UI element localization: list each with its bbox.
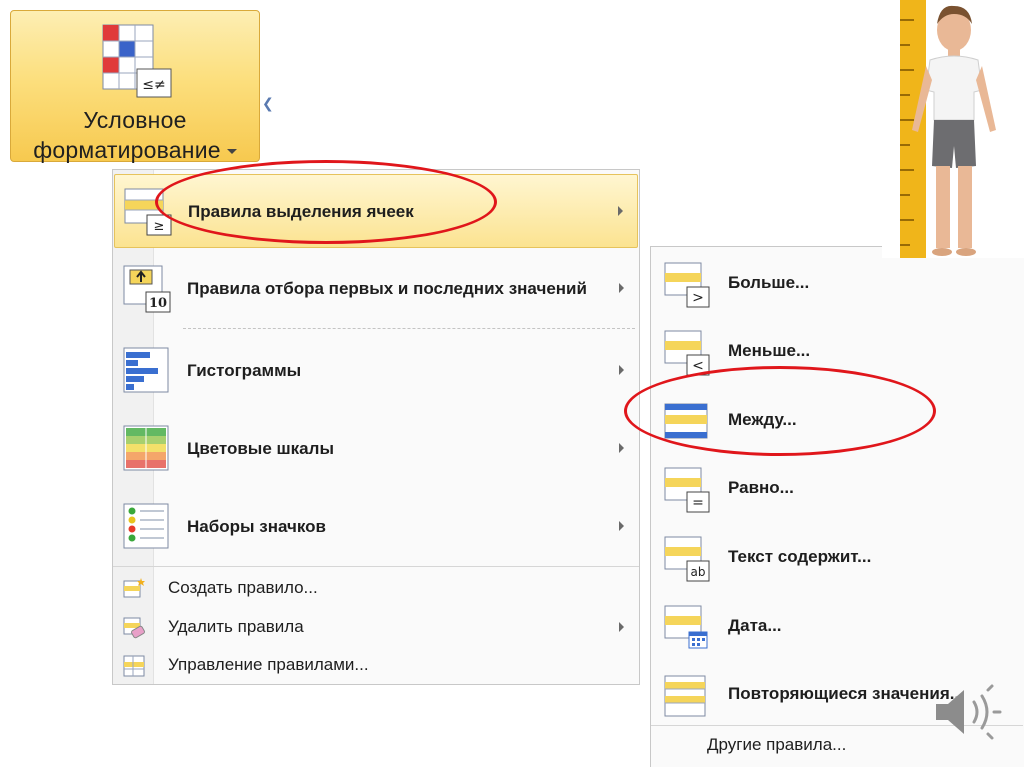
svg-text:≥: ≥ <box>154 219 165 234</box>
menu-item-label: Создать правило... <box>168 578 318 597</box>
menu-item-label: Гистограммы <box>187 361 302 380</box>
conditional-formatting-menu: ≥ Правила выделения ячеек 10 Правила отб… <box>112 169 640 685</box>
text-contains-icon: ab <box>664 536 710 582</box>
submenu-item-label: Между... <box>728 410 797 429</box>
greater-than-icon: > <box>664 262 710 308</box>
submenu-item-date[interactable]: Дата... <box>651 592 1023 660</box>
data-bars-icon <box>123 347 169 393</box>
menu-item-icon-sets[interactable]: Наборы значков <box>114 490 638 564</box>
dropdown-arrow-icon <box>226 149 237 155</box>
submenu-item-between[interactable]: Между... <box>651 386 1023 454</box>
submenu-item-equal-to[interactable]: = Равно... <box>651 454 1023 522</box>
ribbon-button-label-line2: форматирование <box>11 137 259 164</box>
conditional-formatting-icon: ≤≠ <box>102 24 172 98</box>
svg-text:<: < <box>692 358 704 374</box>
menu-item-label: Правила отбора первых и последних значен… <box>187 279 587 298</box>
duplicate-values-icon <box>664 675 706 717</box>
menu-item-clear-rules[interactable]: Удалить правила <box>114 608 638 646</box>
ribbon-button-label-line1: Условное <box>83 107 187 133</box>
submenu-item-label: Повторяющиеся значения... <box>728 684 964 703</box>
svg-text:10: 10 <box>149 296 167 311</box>
color-scales-icon <box>123 425 169 471</box>
svg-text:=: = <box>692 495 704 511</box>
date-occurring-icon <box>664 605 708 649</box>
svg-text:>: > <box>692 290 704 306</box>
menu-item-data-bars[interactable]: Гистограммы <box>114 334 638 408</box>
menu-item-label: Удалить правила <box>168 617 304 636</box>
menu-item-manage-rules[interactable]: Управление правилами... <box>114 646 638 684</box>
submenu-item-label: Меньше... <box>728 341 811 360</box>
equal-to-icon: = <box>664 467 710 513</box>
menu-item-label: Управление правилами... <box>168 655 369 674</box>
menu-item-label: Цветовые шкалы <box>187 439 334 458</box>
highlight-rules-icon: ≥ <box>124 188 172 236</box>
menu-item-top-bottom-rules[interactable]: 10 Правила отбора первых и последних зна… <box>114 252 638 326</box>
menu-item-label: Наборы значков <box>187 517 326 536</box>
submenu-arrow-icon <box>619 622 624 632</box>
menu-item-color-scales[interactable]: Цветовые шкалы <box>114 412 638 486</box>
submenu-item-label: Дата... <box>728 616 782 635</box>
submenu-arrow-icon <box>619 521 624 531</box>
menu-item-new-rule[interactable]: Создать правило... <box>114 569 638 607</box>
less-than-icon: < <box>664 330 710 376</box>
submenu-arrow-icon <box>619 443 624 453</box>
menu-separator <box>183 328 635 329</box>
submenu-item-label: Равно... <box>728 478 794 497</box>
between-icon <box>664 403 708 439</box>
submenu-item-more-rules[interactable]: Другие правила... <box>707 735 846 755</box>
menu-separator <box>113 566 639 567</box>
svg-text:≤≠: ≤≠ <box>142 77 165 93</box>
speaker-icon[interactable] <box>930 682 1002 742</box>
manage-rules-icon <box>123 655 145 677</box>
submenu-item-label: Больше... <box>728 273 810 292</box>
ribbon-group-separator: ❮ <box>262 95 274 111</box>
submenu-item-text-contains[interactable]: ab Текст содержит... <box>651 523 1023 591</box>
clear-rules-icon <box>123 617 145 639</box>
svg-text:ab: ab <box>691 565 706 579</box>
submenu-item-greater-than[interactable]: > Больше... <box>651 249 1023 317</box>
submenu-item-less-than[interactable]: < Меньше... <box>651 317 1023 385</box>
child-with-ruler-illustration <box>882 0 1024 258</box>
submenu-arrow-icon <box>618 206 623 216</box>
submenu-item-label: Текст содержит... <box>728 547 872 566</box>
conditional-formatting-button[interactable]: ≤≠ Условное форматирование <box>10 10 260 164</box>
new-rule-icon <box>123 578 145 598</box>
top-bottom-rules-icon: 10 <box>123 265 171 313</box>
icon-sets-icon <box>123 503 169 549</box>
submenu-arrow-icon <box>619 365 624 375</box>
menu-item-highlight-rules[interactable]: ≥ Правила выделения ячеек <box>114 174 638 248</box>
submenu-arrow-icon <box>619 283 624 293</box>
menu-item-label: Правила выделения ячеек <box>188 202 414 221</box>
